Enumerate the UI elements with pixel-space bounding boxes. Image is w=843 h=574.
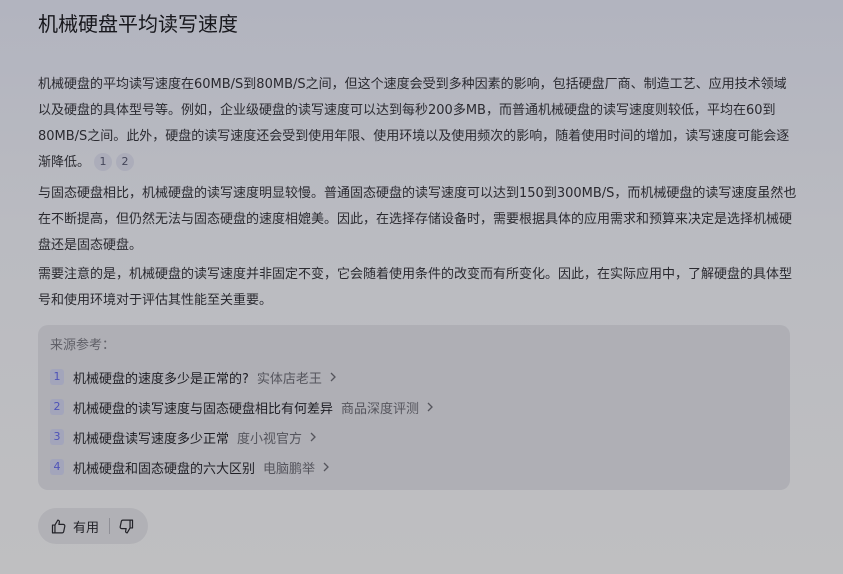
answer-paragraph-3: 需要注意的是，机械硬盘的读写速度并非固定不变，它会随着使用条件的改变而有所变化。…: [38, 267, 793, 308]
answer-paragraph-2: 与固态硬盘相比，机械硬盘的读写速度明显较慢。普通固态硬盘的读写速度可以达到150…: [38, 186, 797, 253]
citation-badge-1[interactable]: 1: [94, 153, 113, 171]
source-item-4[interactable]: 4 机械硬盘和固态硬盘的六大区别 电脑鹏举: [50, 456, 331, 478]
source-number: 3: [50, 429, 64, 445]
chevron-right-icon: [310, 432, 316, 442]
source-number: 4: [50, 459, 64, 475]
like-button[interactable]: 有用: [38, 508, 109, 544]
thumbs-up-icon: [51, 519, 66, 533]
answer-paragraph-1: 机械硬盘的平均读写速度在60MB/S到80MB/S之间，但这个速度会受到多种因素…: [38, 72, 798, 176]
source-site: 电脑鹏举: [263, 461, 316, 477]
thumbs-down-icon: [119, 519, 134, 533]
source-item-2[interactable]: 2 机械硬盘的读写速度与固态硬盘相比有何差异 商品深度评测: [50, 396, 435, 418]
source-number: 1: [50, 369, 64, 385]
source-title[interactable]: 机械硬盘的读写速度与固态硬盘相比有何差异: [73, 398, 333, 417]
chevron-right-icon: [323, 462, 329, 472]
source-number: 2: [50, 399, 64, 415]
sources-label: 来源参考：: [50, 338, 116, 353]
citation-badge-2[interactable]: 2: [116, 153, 135, 171]
source-item-3[interactable]: 3 机械硬盘读写速度多少正常 度小视官方: [50, 426, 318, 448]
chevron-right-icon: [427, 402, 433, 412]
source-site: 实体店老王: [256, 371, 322, 387]
answer-paragraph-1-text: 机械硬盘的平均读写速度在60MB/S到80MB/S之间，但这个速度会受到多种因素…: [38, 77, 790, 170]
source-title[interactable]: 机械硬盘和固态硬盘的六大区别: [73, 458, 255, 477]
feedback-bar: 有用: [38, 508, 148, 544]
source-site: 商品深度评测: [341, 401, 420, 417]
source-title[interactable]: 机械硬盘读写速度多少正常: [73, 428, 229, 447]
chevron-right-icon: [330, 372, 336, 382]
like-label: 有用: [73, 520, 100, 536]
dislike-button[interactable]: [110, 508, 145, 544]
source-site: 度小视官方: [237, 431, 303, 447]
source-item-1[interactable]: 1 机械硬盘的速度多少是正常的? 实体店老王: [50, 366, 338, 388]
source-title[interactable]: 机械硬盘的速度多少是正常的?: [73, 368, 249, 387]
page-title: 机械硬盘平均读写速度: [38, 12, 238, 36]
